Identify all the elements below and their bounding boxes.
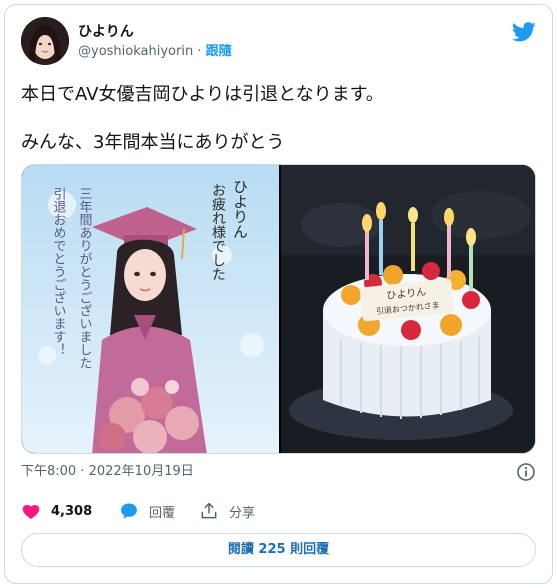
tweet-media: ひよりん お疲れ様でした 三年間ありがとうございました 引退おめでとうございます… (21, 164, 536, 454)
twitter-bird-icon[interactable] (512, 21, 536, 43)
read-replies-suffix: 則回覆 (285, 542, 330, 557)
handle-row: @yoshiokahiyorin · 跟隨 (78, 43, 232, 61)
card-text-col3: 三年間ありがとうございました (77, 187, 93, 369)
display-name[interactable]: ひよりん (78, 23, 232, 41)
share-action[interactable]: 分享 (199, 499, 255, 523)
tweet-card: ひよりん @yoshiokahiyorin · 跟隨 本日でAV女優吉岡ひよりは… (4, 4, 553, 584)
tweet-timestamp[interactable]: 下午8:00 · 2022年10月19日 (21, 463, 194, 481)
avatar[interactable] (21, 17, 69, 65)
svg-text:引退おめでとうございます！: 引退おめでとうございます！ (51, 187, 67, 356)
tweet-text-line2: みんな、3年間本当にありがとう (21, 132, 285, 153)
read-replies-button[interactable]: 閱讀 225 則回覆 (21, 533, 536, 567)
tweet-text-line1: 本日でAV女優吉岡ひよりは引退となります。 (21, 84, 384, 105)
separator: · (193, 44, 206, 59)
reply-action[interactable]: 回覆 (119, 499, 175, 523)
like-action[interactable]: 4,308 (21, 499, 92, 523)
svg-text:三年間ありがとうございました: 三年間ありがとうございました (77, 187, 93, 369)
cake-photo-image[interactable]: ひよりん 引退おつかれさま (281, 165, 535, 453)
tweet-actions: 4,308 回覆 分享 (21, 499, 536, 523)
share-icon (201, 502, 217, 519)
handle[interactable]: @yoshiokahiyorin (78, 44, 193, 59)
author-names: ひよりん @yoshiokahiyorin · 跟隨 (78, 23, 232, 61)
card-text-col1: ひよりん (231, 179, 249, 239)
like-count: 4,308 (51, 503, 93, 519)
info-icon[interactable] (516, 462, 536, 482)
graduation-illustration-image[interactable]: ひよりん お疲れ様でした 三年間ありがとうございました 引退おめでとうございます… (22, 165, 279, 453)
read-replies-count: 225 (258, 542, 286, 557)
read-replies-prefix: 閱讀 (227, 542, 259, 557)
card-text-col2: お疲れ様でした (210, 183, 226, 281)
share-label: 分享 (229, 505, 256, 521)
card-text-col4: 引退おめでとうございます！ (51, 187, 67, 356)
tweet-header: ひよりん @yoshiokahiyorin · 跟隨 (21, 17, 536, 67)
reply-label: 回覆 (149, 505, 176, 521)
reply-bubble-icon (121, 503, 137, 519)
follow-link[interactable]: 跟隨 (206, 44, 232, 59)
heart-icon (22, 505, 40, 519)
svg-text:お疲れ様でした: お疲れ様でした (210, 183, 226, 281)
svg-text:ひよりん: ひよりん (231, 179, 249, 239)
